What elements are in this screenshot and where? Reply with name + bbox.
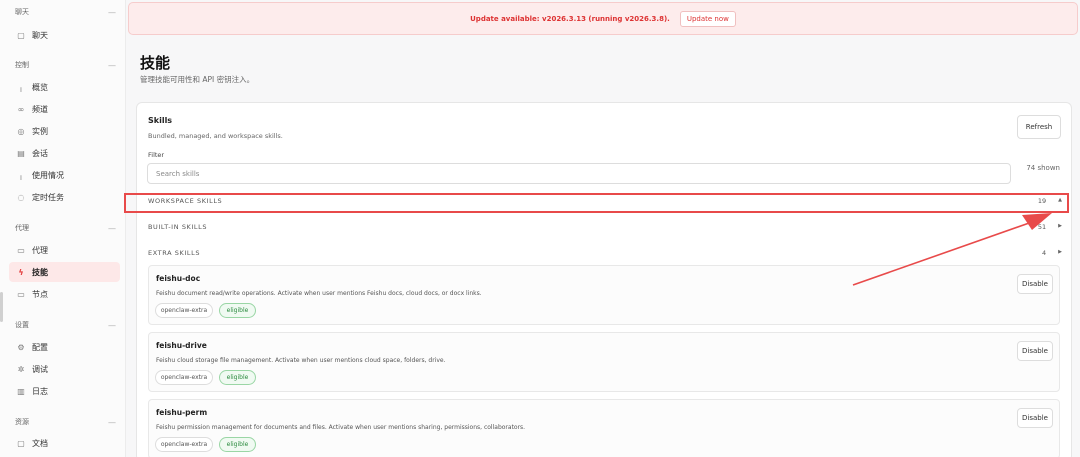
sidebar-item-sessions[interactable]: ▤ 会话	[9, 143, 120, 163]
monitor-icon: ▭	[17, 289, 25, 299]
group-built-in-skills[interactable]: BUILT-IN SKILLS 51 ▶	[148, 220, 1062, 234]
status-badge: eligible	[219, 370, 256, 385]
sidebar-section-header[interactable]: 控制 —	[0, 58, 126, 72]
filter-label: Filter	[148, 151, 165, 159]
group-count: 4	[1042, 249, 1047, 257]
disable-button[interactable]: Disable	[1017, 341, 1053, 361]
sidebar-item-overview[interactable]: ╷ 概览	[9, 77, 120, 97]
collapse-icon[interactable]: —	[108, 61, 116, 70]
sidebar-section-header[interactable]: 设置 —	[0, 318, 126, 332]
status-badge: eligible	[219, 437, 256, 452]
group-extra-skills[interactable]: EXTRA SKILLS 4 ▶	[148, 246, 1062, 260]
sidebar: 聊天 — ▢ 聊天 控制 — ╷ 概览 ∞ 频道 ◎ 实例 ▤ 会话 ╷ 使用情况 ◌ 定时任务 …	[0, 0, 126, 457]
skill-item: feishu-perm Feishu permission management…	[148, 399, 1060, 457]
collapse-icon[interactable]: —	[108, 224, 116, 233]
sidebar-item-agents[interactable]: ▭ 代理	[9, 240, 120, 260]
sidebar-item-usage[interactable]: ╷ 使用情况	[9, 165, 120, 185]
card-title: Skills	[148, 116, 173, 125]
bug-icon: ✲	[17, 364, 25, 374]
group-count: 51	[1037, 223, 1047, 231]
skill-name: feishu-doc	[156, 274, 201, 283]
source-badge: openclaw-extra	[155, 303, 213, 318]
sidebar-item-channels[interactable]: ∞ 频道	[9, 99, 120, 119]
broadcast-icon: ◎	[17, 126, 25, 136]
sidebar-item-instances[interactable]: ◎ 实例	[9, 121, 120, 141]
page-title: 技能	[140, 54, 171, 72]
sidebar-item-config[interactable]: ⚙ 配置	[9, 337, 120, 357]
skill-description: Feishu document read/write operations. A…	[156, 290, 482, 297]
caret-right-icon: ▶	[1058, 249, 1062, 255]
sidebar-item-cron[interactable]: ◌ 定时任务	[9, 187, 120, 207]
bar-chart-icon: ╷	[18, 82, 24, 92]
update-now-button[interactable]: Update now	[679, 10, 736, 27]
skill-name: feishu-drive	[156, 341, 207, 350]
skill-item: feishu-doc Feishu document read/write op…	[148, 265, 1060, 325]
search-input[interactable]	[147, 163, 1011, 184]
skill-description: Feishu permission management for documen…	[156, 424, 526, 431]
sidebar-item-docs[interactable]: ▢ 文档	[9, 433, 120, 453]
status-badge: eligible	[219, 303, 256, 318]
source-badge: openclaw-extra	[155, 437, 213, 452]
link-icon: ∞	[17, 104, 25, 114]
refresh-button[interactable]: Refresh	[1017, 115, 1061, 139]
skill-item: feishu-drive Feishu cloud storage file m…	[148, 332, 1060, 392]
sidebar-section-header[interactable]: 资源 —	[0, 415, 126, 429]
page-subtitle: 管理技能可用性和 API 密钥注入。	[140, 75, 255, 84]
update-banner: Update available: v2026.3.13 (running v2…	[128, 2, 1078, 35]
sidebar-section-header[interactable]: 聊天 —	[0, 5, 126, 19]
update-banner-text: Update available: v2026.3.13 (running v2…	[470, 14, 670, 23]
folder-icon: ▭	[17, 245, 25, 255]
gear-icon: ⚙	[17, 342, 25, 352]
sidebar-item-debug[interactable]: ✲ 调试	[9, 359, 120, 379]
sidebar-item-logs[interactable]: ▥ 日志	[9, 381, 120, 401]
sidebar-section-agent: 代理 —	[0, 221, 126, 235]
skill-description: Feishu cloud storage file management. Ac…	[156, 357, 446, 364]
chat-bubble-icon: ▢	[17, 30, 25, 40]
log-icon: ▥	[17, 386, 25, 396]
sidebar-item-nodes[interactable]: ▭ 节点	[9, 284, 120, 304]
annotation-highlight-box	[124, 193, 1069, 213]
lightning-icon: ϟ	[18, 267, 24, 277]
document-icon: ▤	[17, 148, 25, 158]
usage-chart-icon: ╷	[18, 170, 24, 180]
skill-name: feishu-perm	[156, 408, 208, 417]
sidebar-scrollbar[interactable]	[0, 292, 3, 322]
collapse-icon[interactable]: —	[108, 321, 116, 330]
sidebar-item-chat[interactable]: ▢ 聊天	[9, 25, 120, 45]
sidebar-section-header[interactable]: 代理 —	[0, 221, 126, 235]
sidebar-item-skills[interactable]: ϟ 技能	[9, 262, 120, 282]
collapse-icon[interactable]: —	[108, 418, 116, 427]
sidebar-section-settings: 设置 —	[0, 318, 126, 332]
sidebar-section-resources: 资源 —	[0, 415, 126, 429]
clock-icon: ◌	[17, 192, 25, 202]
collapse-icon[interactable]: —	[108, 8, 116, 17]
source-badge: openclaw-extra	[155, 370, 213, 385]
disable-button[interactable]: Disable	[1017, 274, 1053, 294]
sidebar-section-chat: 聊天 —	[0, 5, 126, 19]
shown-count: 74 shown	[1026, 164, 1060, 172]
card-description: Bundled, managed, and workspace skills.	[148, 132, 283, 140]
book-icon: ▢	[17, 438, 25, 448]
caret-right-icon: ▶	[1058, 223, 1062, 229]
disable-button[interactable]: Disable	[1017, 408, 1053, 428]
sidebar-section-control: 控制 —	[0, 58, 126, 72]
